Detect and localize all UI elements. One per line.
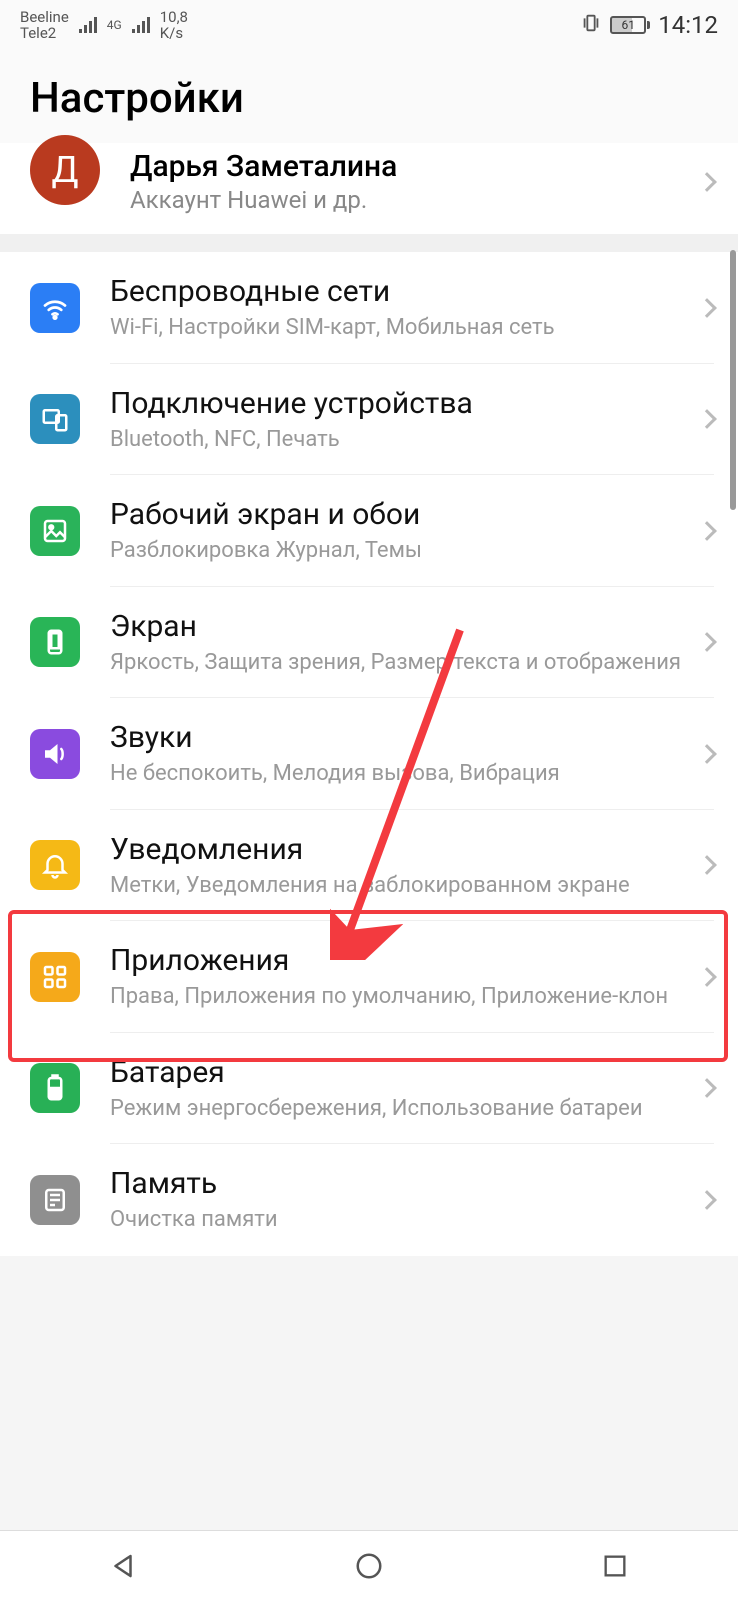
row-title: Звуки	[110, 720, 690, 756]
account-row[interactable]: Д Дарья Заметалина Аккаунт Huawei и др.	[0, 143, 738, 234]
account-name: Дарья Заметалина	[130, 149, 700, 184]
setting-sounds[interactable]: Звуки Не беспокоить, Мелодия вызова, Виб…	[0, 698, 738, 810]
scrollbar[interactable]	[730, 250, 736, 510]
carrier-names: Beeline Tele2	[20, 9, 69, 42]
row-text: Память Очистка памяти	[80, 1166, 700, 1234]
setting-battery[interactable]: Батарея Режим энергосбережения, Использо…	[0, 1033, 738, 1145]
row-title: Приложения	[110, 943, 690, 979]
row-text: Уведомления Метки, Уведомления на заблок…	[80, 832, 700, 900]
clock: 14:12	[658, 11, 718, 39]
setting-display[interactable]: Экран Яркость, Защита зрения, Размер тек…	[0, 587, 738, 699]
row-text: Батарея Режим энергосбережения, Использо…	[80, 1055, 700, 1123]
signal-icon-2	[132, 17, 150, 33]
battery-level: 61	[621, 18, 635, 32]
settings-list: Беспроводные сети Wi-Fi, Настройки SIM-к…	[0, 252, 738, 1256]
carrier-2: Tele2	[20, 25, 69, 42]
row-sub: Яркость, Защита зрения, Размер текста и …	[110, 649, 690, 677]
row-text: Беспроводные сети Wi-Fi, Настройки SIM-к…	[80, 274, 700, 342]
row-sub: Wi-Fi, Настройки SIM-карт, Мобильная сет…	[110, 314, 690, 342]
vibrate-icon	[580, 12, 602, 39]
chevron-right-icon	[697, 298, 717, 318]
speed-unit: K/s	[160, 25, 188, 42]
battery-icon	[30, 1063, 80, 1113]
chevron-right-icon	[697, 172, 717, 192]
carrier-1: Beeline	[20, 9, 69, 26]
nav-bar	[0, 1530, 738, 1600]
status-left: Beeline Tele2 4G 10,8 K/s	[20, 9, 188, 42]
avatar: Д	[30, 135, 100, 205]
chevron-right-icon	[697, 855, 717, 875]
apps-icon	[30, 952, 80, 1002]
row-title: Беспроводные сети	[110, 274, 690, 310]
nav-recent-button[interactable]	[598, 1549, 632, 1583]
row-sub: Режим энергосбережения, Использование ба…	[110, 1095, 690, 1123]
battery-icon: 61	[610, 16, 650, 34]
chevron-right-icon	[697, 521, 717, 541]
row-sub: Разблокировка Журнал, Темы	[110, 537, 690, 565]
account-sub: Аккаунт Huawei и др.	[130, 186, 700, 214]
setting-home-wallpaper[interactable]: Рабочий экран и обои Разблокировка Журна…	[0, 475, 738, 587]
row-sub: Не беспокоить, Мелодия вызова, Вибрация	[110, 760, 690, 788]
signal-icon-1	[79, 17, 97, 33]
speed-value: 10,8	[160, 9, 188, 26]
nav-home-button[interactable]	[352, 1549, 386, 1583]
chevron-right-icon	[697, 1078, 717, 1098]
status-bar: Beeline Tele2 4G 10,8 K/s 61 14:12	[0, 0, 738, 50]
row-title: Подключение устройства	[110, 386, 690, 422]
row-text: Подключение устройства Bluetooth, NFC, П…	[80, 386, 700, 454]
row-text: Приложения Права, Приложения по умолчани…	[80, 943, 700, 1011]
bell-icon	[30, 840, 80, 890]
chevron-right-icon	[697, 1190, 717, 1210]
sound-icon	[30, 729, 80, 779]
row-title: Батарея	[110, 1055, 690, 1091]
display-icon	[30, 617, 80, 667]
setting-apps[interactable]: Приложения Права, Приложения по умолчани…	[0, 921, 738, 1033]
row-title: Экран	[110, 609, 690, 645]
image-icon	[30, 506, 80, 556]
row-text: Звуки Не беспокоить, Мелодия вызова, Виб…	[80, 720, 700, 788]
row-text: Экран Яркость, Защита зрения, Размер тек…	[80, 609, 700, 677]
row-sub: Bluetooth, NFC, Печать	[110, 426, 690, 454]
setting-device-connection[interactable]: Подключение устройства Bluetooth, NFC, П…	[0, 364, 738, 476]
chevron-right-icon	[697, 409, 717, 429]
chevron-right-icon	[697, 632, 717, 652]
setting-wireless[interactable]: Беспроводные сети Wi-Fi, Настройки SIM-к…	[0, 252, 738, 364]
row-text: Рабочий экран и обои Разблокировка Журна…	[80, 497, 700, 565]
row-sub: Метки, Уведомления на заблокированном эк…	[110, 872, 690, 900]
status-right: 61 14:12	[580, 11, 718, 39]
chevron-right-icon	[697, 967, 717, 987]
section-gap	[0, 234, 738, 252]
row-title: Уведомления	[110, 832, 690, 868]
devices-icon	[30, 394, 80, 444]
net-type: 4G	[107, 18, 122, 32]
account-text: Дарья Заметалина Аккаунт Huawei и др.	[100, 149, 700, 214]
page-title: Настройки	[0, 50, 738, 143]
net-speed: 10,8 K/s	[160, 9, 188, 42]
wifi-icon	[30, 283, 80, 333]
nav-back-button[interactable]	[106, 1549, 140, 1583]
row-title: Рабочий экран и обои	[110, 497, 690, 533]
setting-notifications[interactable]: Уведомления Метки, Уведомления на заблок…	[0, 810, 738, 922]
chevron-right-icon	[697, 744, 717, 764]
row-sub: Права, Приложения по умолчанию, Приложен…	[110, 983, 690, 1011]
setting-storage[interactable]: Память Очистка памяти	[0, 1144, 738, 1256]
storage-icon	[30, 1175, 80, 1225]
row-sub: Очистка памяти	[110, 1206, 690, 1234]
row-title: Память	[110, 1166, 690, 1202]
